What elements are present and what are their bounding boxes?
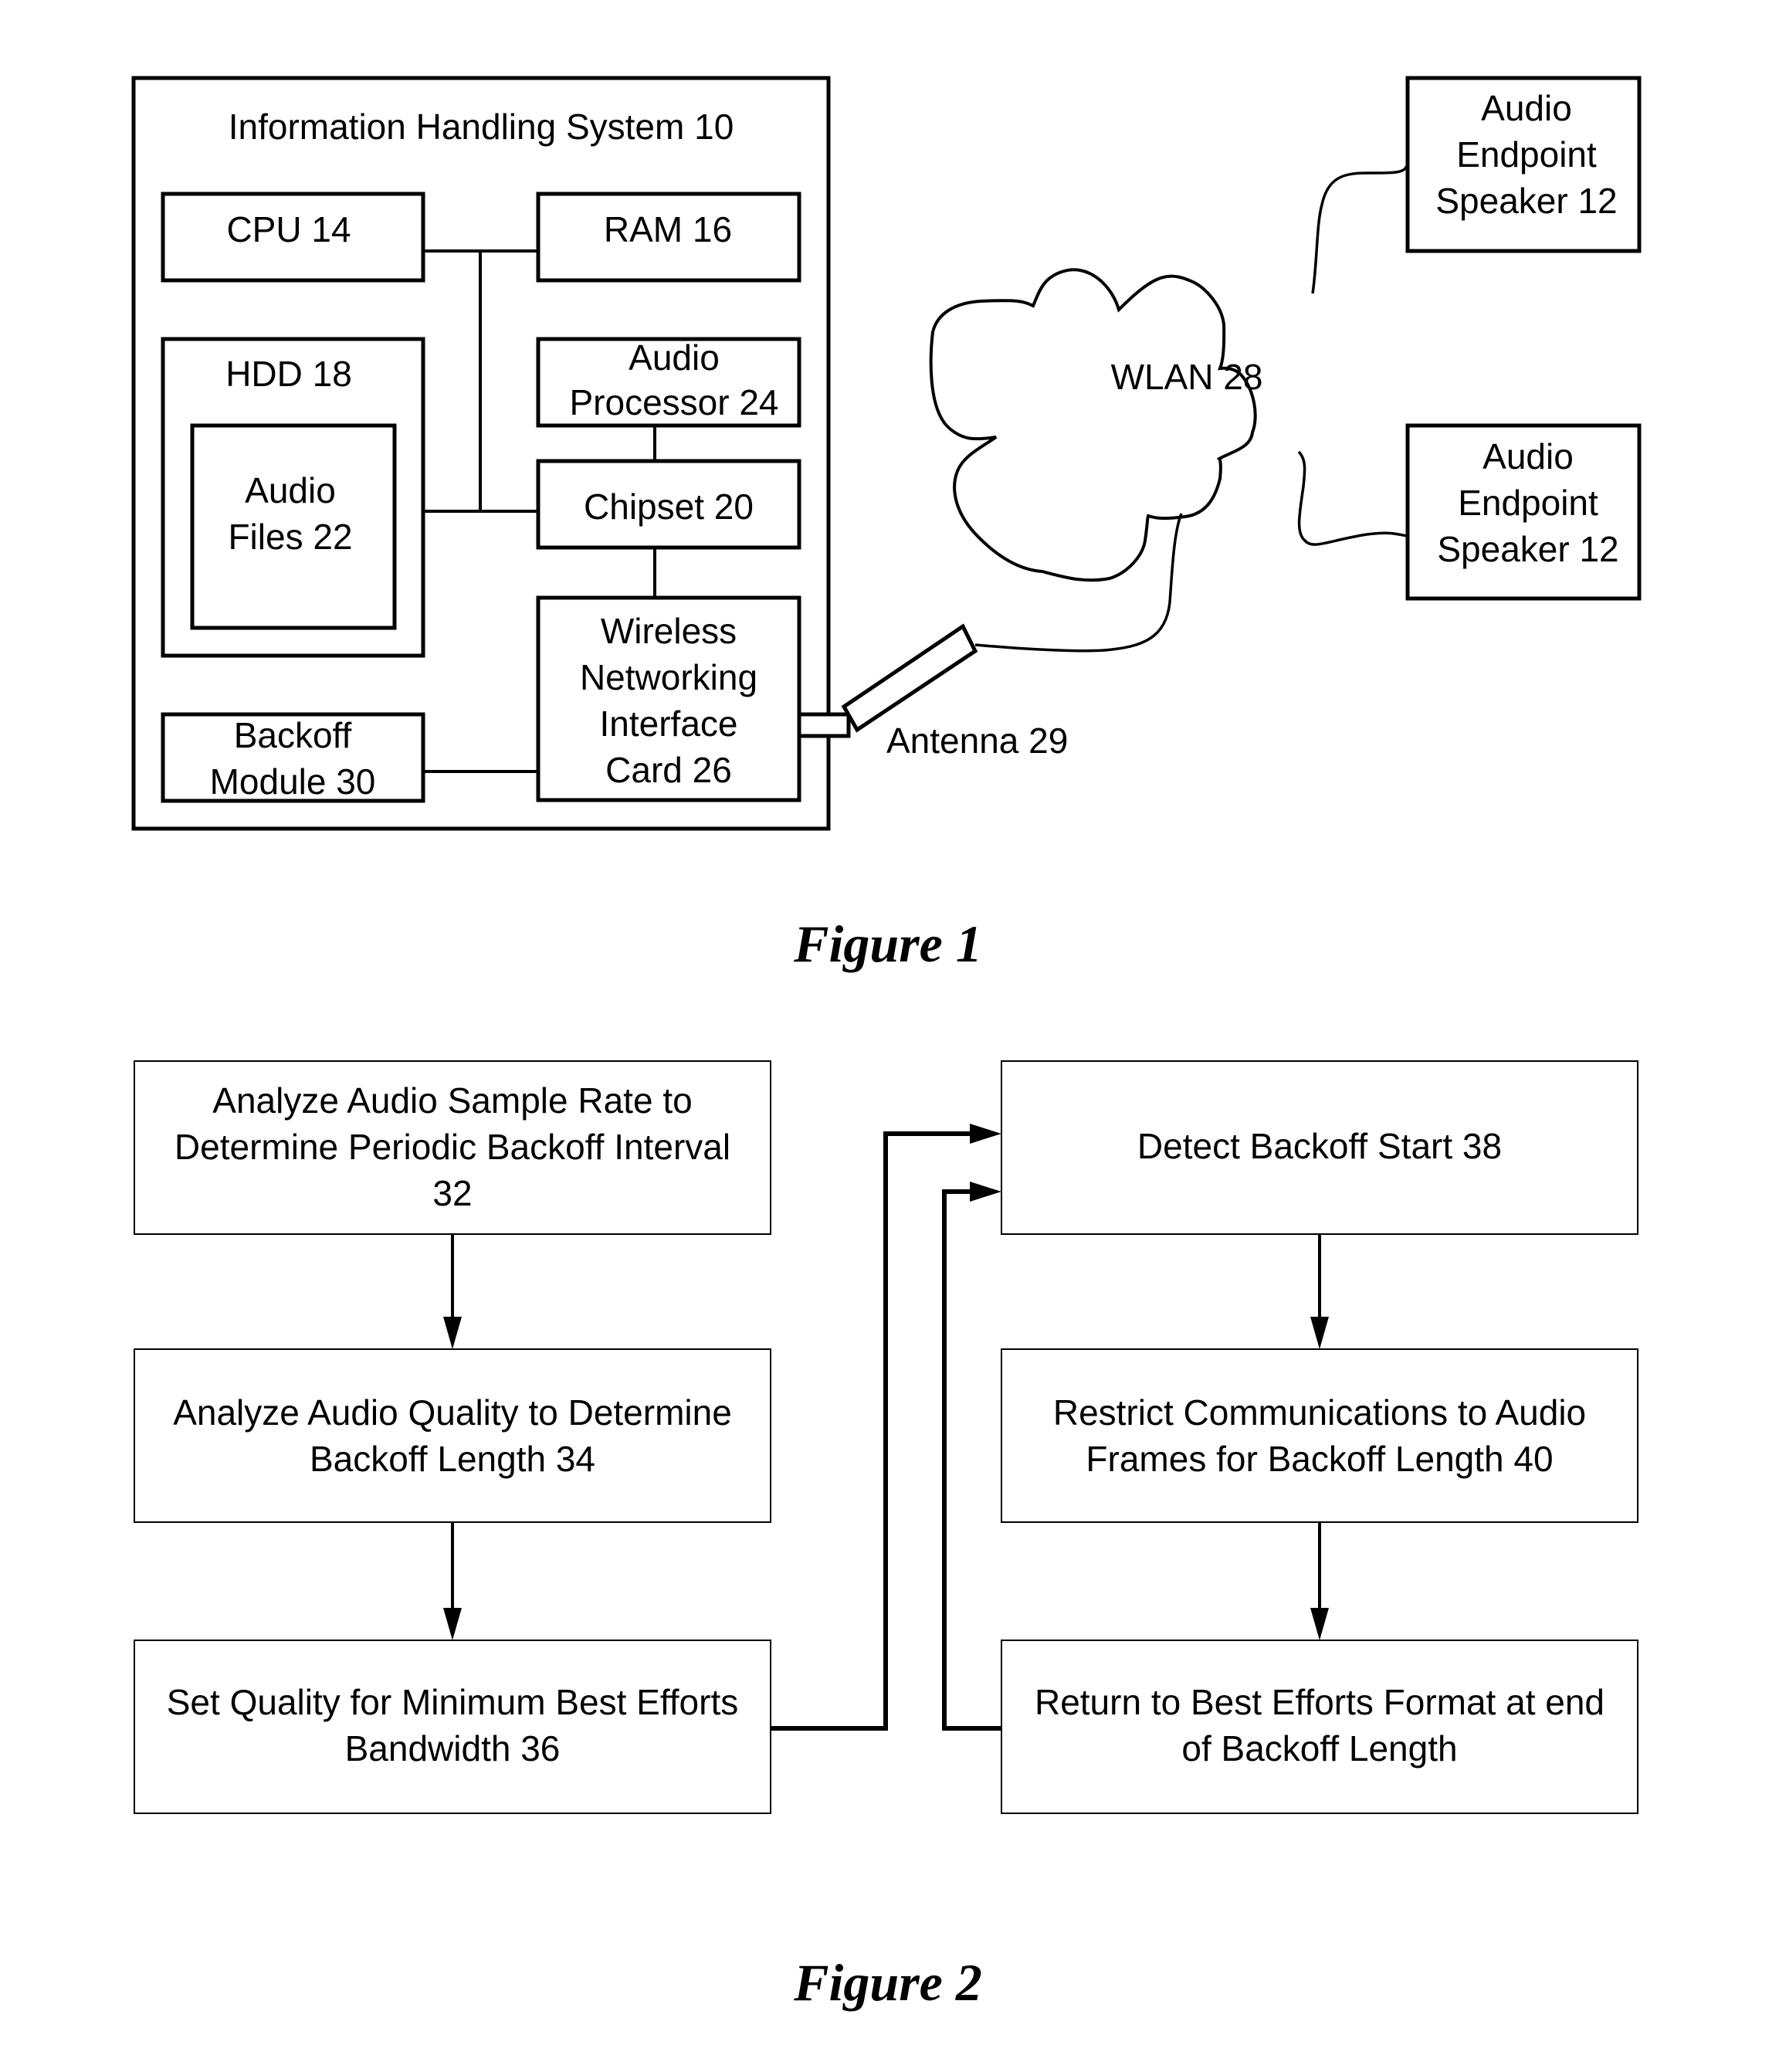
ram-block: RAM 16 xyxy=(536,192,801,283)
figure-1: Information Handling System 10 CPU 14 RA… xyxy=(131,76,1642,973)
step-40: Restrict Communications to Audio Frames … xyxy=(1001,1348,1638,1523)
arrow-32-to-34 xyxy=(443,1234,462,1349)
step-return: Return to Best Efforts Format at end of … xyxy=(1001,1640,1638,1814)
step-36: Set Quality for Minimum Best Efforts Ban… xyxy=(134,1640,771,1814)
antenna-rod-icon xyxy=(841,623,978,733)
hdd-label: HDD 18 xyxy=(225,354,352,394)
hdd-block: HDD 18 Audio Files 22 xyxy=(161,337,425,658)
step-40-line1: Restrict Communications to Audio xyxy=(1053,1392,1586,1433)
arrow-down-icon xyxy=(1310,1317,1329,1349)
speaker-1-block: Audio Endpoint Speaker 12 xyxy=(1405,76,1642,253)
step-40-line2: Frames for Backoff Length 40 xyxy=(1086,1439,1553,1479)
arrow-right-icon xyxy=(970,1124,1001,1144)
arrow-return-to-38 xyxy=(942,1182,1001,1731)
backoff-module-label-line2: Module 30 xyxy=(210,761,376,802)
antenna: Antenna 29 xyxy=(797,623,1068,761)
step-34-box xyxy=(134,1348,771,1523)
arrow-36-to-38 xyxy=(771,1124,1001,1731)
step-32-line2: Determine Periodic Backoff Interval xyxy=(175,1127,730,1167)
cloud-icon xyxy=(929,268,1257,582)
wnic-label-line4: Card 26 xyxy=(605,750,732,790)
arrow-down-icon xyxy=(1310,1608,1329,1640)
step-38-line1: Detect Backoff Start 38 xyxy=(1137,1126,1502,1166)
cable-antenna-to-wlan xyxy=(974,513,1183,653)
cpu-label: CPU 14 xyxy=(226,209,351,249)
arrow-34-to-36 xyxy=(443,1522,462,1640)
step-40-box xyxy=(1001,1348,1638,1523)
step-34-line2: Backoff Length 34 xyxy=(310,1439,595,1479)
step-return-box xyxy=(1001,1640,1638,1814)
speaker-1-label-line3: Speaker 12 xyxy=(1435,181,1617,221)
wnic-block: Wireless Networking Interface Card 26 xyxy=(536,595,801,802)
step-32-line3: 32 xyxy=(432,1173,472,1213)
speaker-1-label-line2: Endpoint xyxy=(1456,134,1597,175)
arrow-right-icon xyxy=(970,1182,1001,1202)
backoff-module-label-line1: Backoff xyxy=(234,715,352,755)
arrow-38-to-40 xyxy=(1310,1234,1329,1349)
step-return-line1: Return to Best Efforts Format at end xyxy=(1035,1682,1604,1722)
audio-files-label-line2: Files 22 xyxy=(228,517,352,557)
step-32: Analyze Audio Sample Rate to Determine P… xyxy=(134,1060,771,1235)
figure-2-caption: Figure 2 xyxy=(793,1953,982,2012)
wlan-cloud: WLAN 28 xyxy=(929,268,1263,582)
speaker-2-label-line2: Endpoint xyxy=(1458,483,1598,523)
audio-files-label-line1: Audio xyxy=(245,470,336,510)
step-36-line1: Set Quality for Minimum Best Efforts xyxy=(167,1682,739,1722)
figure-1-caption: Figure 1 xyxy=(793,914,982,973)
speaker-2-block: Audio Endpoint Speaker 12 xyxy=(1405,423,1642,601)
figure-2: Analyze Audio Sample Rate to Determine P… xyxy=(134,1060,1638,2012)
speaker-2-label-line1: Audio xyxy=(1482,436,1574,476)
cable-wlan-to-speaker-2 xyxy=(1297,450,1408,546)
arrow-down-icon xyxy=(443,1608,462,1640)
step-32-line1: Analyze Audio Sample Rate to xyxy=(212,1080,692,1121)
cable-wlan-to-speaker-1 xyxy=(1311,163,1409,294)
chipset-block: Chipset 20 xyxy=(536,459,801,550)
speaker-2-label-line3: Speaker 12 xyxy=(1437,529,1618,569)
wlan-label: WLAN 28 xyxy=(1111,357,1263,397)
step-36-box xyxy=(134,1640,771,1814)
system-title: Information Handling System 10 xyxy=(229,107,734,147)
cpu-block: CPU 14 xyxy=(161,192,425,283)
audio-processor-block: Audio Processor 24 xyxy=(536,337,801,428)
chipset-label: Chipset 20 xyxy=(584,487,754,527)
patent-drawing-sheet: Information Handling System 10 CPU 14 RA… xyxy=(131,76,1642,2012)
arrow-40-to-return xyxy=(1310,1522,1329,1640)
step-34-line1: Analyze Audio Quality to Determine xyxy=(173,1392,732,1433)
antenna-connector xyxy=(797,712,851,738)
step-return-line2: of Backoff Length xyxy=(1181,1728,1457,1768)
arrow-down-icon xyxy=(443,1317,462,1349)
arrow-line xyxy=(942,1189,1001,1731)
antenna-label: Antenna 29 xyxy=(886,721,1068,761)
ram-label: RAM 16 xyxy=(604,209,732,249)
speaker-1-label-line1: Audio xyxy=(1481,88,1572,128)
audio-processor-label-line2: Processor 24 xyxy=(569,382,778,422)
step-34: Analyze Audio Quality to Determine Backo… xyxy=(134,1348,771,1523)
step-38: Detect Backoff Start 38 xyxy=(1001,1060,1638,1235)
wnic-label-line2: Networking xyxy=(580,657,757,697)
backoff-module-block: Backoff Module 30 xyxy=(161,712,425,803)
step-36-line2: Bandwidth 36 xyxy=(345,1728,561,1768)
wnic-label-line3: Interface xyxy=(600,704,738,744)
audio-processor-label-line1: Audio xyxy=(629,337,720,378)
wnic-label-line1: Wireless xyxy=(601,611,737,651)
